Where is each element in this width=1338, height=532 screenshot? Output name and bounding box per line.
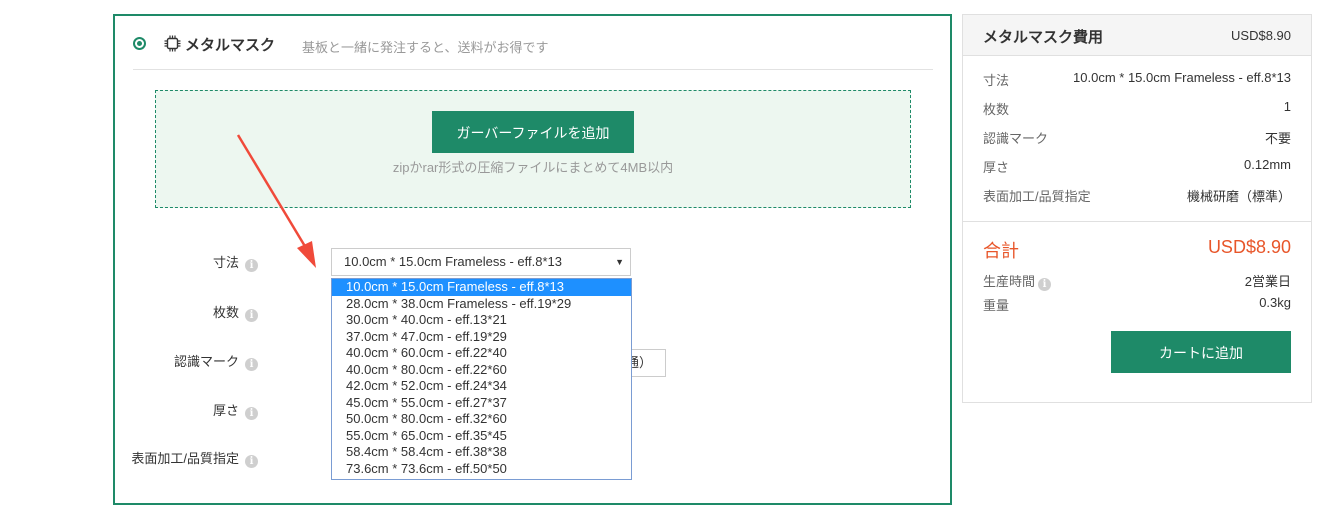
annotation-arrow-icon: [236, 134, 316, 268]
